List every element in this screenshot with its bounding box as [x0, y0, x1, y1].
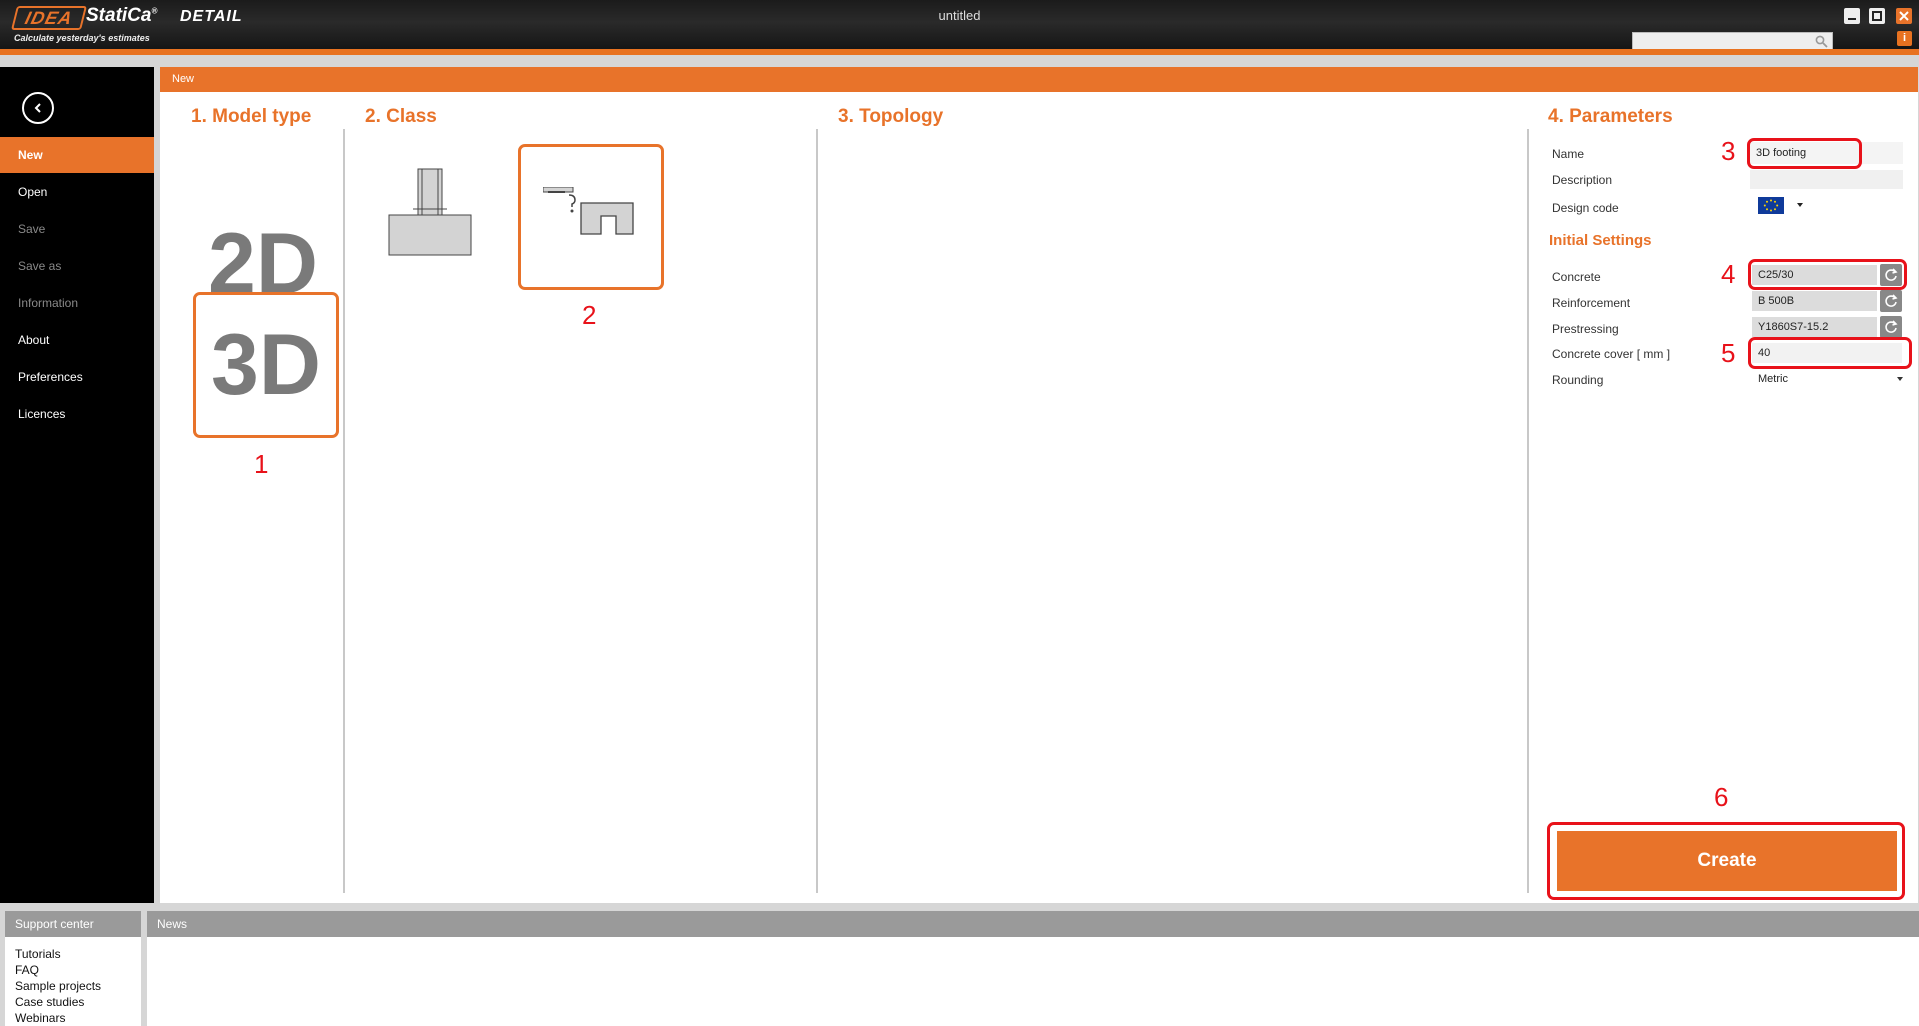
reinforcement-refresh-button[interactable]	[1880, 290, 1902, 312]
prestressing-label: Prestressing	[1552, 322, 1619, 336]
marker-4: 4	[1721, 259, 1736, 289]
info-button[interactable]: i	[1897, 31, 1912, 46]
sidebar-item-new[interactable]: New	[0, 137, 154, 173]
description-input[interactable]	[1750, 170, 1903, 189]
section-title-topology: 3. Topology	[838, 106, 944, 127]
highlight-create	[1547, 822, 1905, 900]
column-footing-icon	[388, 168, 472, 256]
support-link-case-studies[interactable]: Case studies	[15, 995, 84, 1009]
title-bar: IDEA StatiCa® DETAIL Calculate yesterday…	[0, 0, 1919, 55]
marker-6: 6	[1714, 782, 1729, 812]
chevron-down-icon	[1897, 377, 1903, 381]
sidebar: New Open Save Save as Information About …	[0, 67, 154, 903]
marker-1: 1	[254, 449, 269, 479]
search-icon	[1815, 35, 1828, 48]
reinforcement-input[interactable]: B 500B	[1752, 291, 1877, 311]
description-label: Description	[1552, 173, 1613, 187]
prestressing-refresh-button[interactable]	[1880, 316, 1902, 338]
refresh-icon	[1885, 320, 1898, 333]
search-input[interactable]	[1632, 32, 1833, 51]
model-type-3d-label: 3D	[211, 317, 321, 413]
sidebar-item-licences[interactable]: Licences	[0, 396, 154, 432]
support-center-title: Support center	[5, 911, 141, 937]
back-button[interactable]	[22, 92, 54, 124]
maximize-button[interactable]	[1869, 8, 1885, 24]
detail-3d-icon	[543, 187, 634, 235]
divider	[816, 129, 818, 893]
divider	[343, 129, 345, 893]
minimize-button[interactable]	[1844, 8, 1860, 24]
refresh-icon	[1885, 294, 1898, 307]
sidebar-item-open[interactable]: Open	[0, 174, 154, 210]
main-panel: New 1. Model type 2D 3D 1 2. Class 2 3. …	[160, 67, 1918, 903]
close-icon	[1899, 11, 1909, 21]
tagline: Calculate yesterday's estimates	[14, 33, 150, 43]
rounding-label: Rounding	[1552, 373, 1604, 387]
sidebar-item-preferences[interactable]: Preferences	[0, 359, 154, 395]
divider	[1527, 129, 1529, 893]
minimize-icon	[1848, 18, 1856, 20]
sidebar-item-save-as[interactable]: Save as	[0, 248, 154, 284]
concrete-cover-label: Concrete cover [ mm ]	[1552, 347, 1671, 361]
marker-5: 5	[1721, 338, 1736, 368]
news-panel: News	[147, 911, 1919, 1026]
design-code-label: Design code	[1552, 201, 1619, 215]
support-link-sample-projects[interactable]: Sample projects	[15, 979, 101, 993]
support-center-panel: Support center Tutorials FAQ Sample proj…	[5, 911, 141, 1026]
rounding-value: Metric	[1758, 373, 1788, 385]
highlight-name	[1747, 138, 1862, 169]
section-title-model-type: 1. Model type	[191, 106, 312, 127]
class-3d-detail[interactable]	[518, 144, 664, 290]
maximize-icon	[1872, 11, 1882, 21]
support-link-faq[interactable]: FAQ	[15, 963, 39, 977]
reinforcement-label: Reinforcement	[1552, 296, 1631, 310]
concrete-label: Concrete	[1552, 270, 1601, 284]
support-link-webinars[interactable]: Webinars	[15, 1011, 65, 1025]
highlight-concrete	[1748, 259, 1907, 290]
eu-flag-icon	[1758, 197, 1803, 214]
support-link-tutorials[interactable]: Tutorials	[15, 947, 61, 961]
sidebar-item-about[interactable]: About	[0, 322, 154, 358]
document-title: untitled	[938, 8, 981, 23]
sidebar-item-save[interactable]: Save	[0, 211, 154, 247]
sidebar-item-information[interactable]: Information	[0, 285, 154, 321]
marker-2: 2	[582, 300, 597, 330]
main-header: New	[160, 67, 1918, 92]
initial-settings-title: Initial Settings	[1549, 232, 1652, 249]
name-label: Name	[1552, 147, 1585, 161]
highlight-concrete-cover	[1748, 337, 1912, 369]
rounding-select[interactable]: Metric	[1752, 369, 1908, 389]
class-column-footing[interactable]	[387, 167, 473, 258]
section-title-class: 2. Class	[365, 106, 437, 127]
section-title-parameters: 4. Parameters	[1548, 106, 1673, 127]
design-code-select[interactable]	[1758, 197, 1806, 215]
close-button[interactable]	[1896, 8, 1912, 24]
prestressing-input[interactable]: Y1860S7-15.2	[1752, 317, 1877, 337]
marker-3: 3	[1721, 136, 1736, 166]
chevron-left-icon	[34, 103, 41, 113]
news-title: News	[147, 911, 1919, 937]
model-type-3d[interactable]: 3D	[193, 292, 339, 438]
